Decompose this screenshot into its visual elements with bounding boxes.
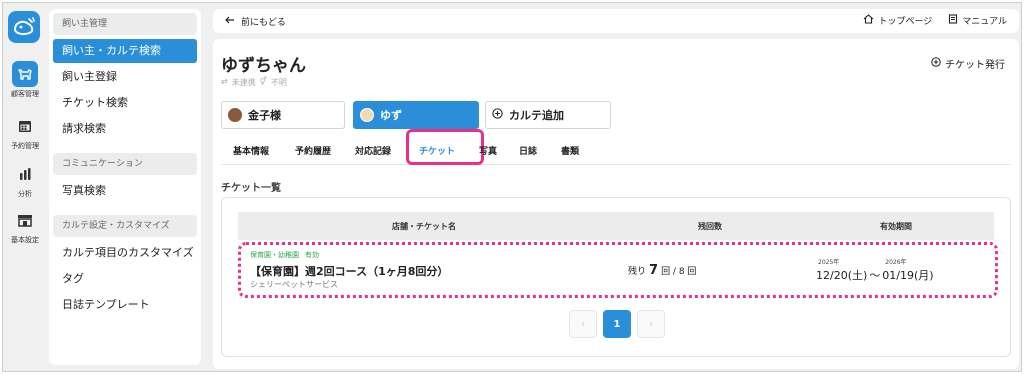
- tab-bar: 基本情報 予約履歴 対応記録 チケット 写真 日誌 書類: [221, 129, 1011, 165]
- rail-label: 分析: [18, 190, 32, 198]
- main-panel: ゆずちゃん ⇄ 未連携 ⚥ 不明 チケット発行 金子様 ゆず カルテ追加 基本情…: [213, 39, 1019, 369]
- validity-period: 2025年 2026年 12/20(土) 〜 01/19(月): [816, 257, 934, 283]
- start-year: 2025年: [818, 259, 840, 266]
- owner-chip-label: 金子様: [248, 109, 281, 122]
- gender-value: 不明: [270, 78, 287, 87]
- tab-reservation-history[interactable]: 予約履歴: [295, 144, 331, 157]
- add-karte-button[interactable]: カルテ追加: [485, 101, 611, 129]
- pet-chip[interactable]: ゆず: [353, 101, 479, 129]
- status-badge: 有効: [305, 251, 319, 259]
- home-icon: [863, 14, 874, 27]
- table-row[interactable]: 保育園・幼稚園 有効 【保育園】週2回コース（1ヶ月8回分） シェリーペットサー…: [238, 242, 994, 298]
- sidebar-item-ticket-search[interactable]: チケット検索: [53, 91, 197, 115]
- ticket-category-label: 保育園・幼稚園: [250, 251, 299, 259]
- sidebar-item-journal-template[interactable]: 日誌テンプレート: [53, 293, 197, 317]
- owner-chip[interactable]: 金子様: [221, 101, 345, 129]
- prev-page-button[interactable]: ‹: [569, 310, 597, 338]
- sidebar: 飼い主管理 飼い主・カルテ検索 飼い主登録 チケット検索 請求検索 コミュニケー…: [49, 9, 201, 365]
- tab-journal[interactable]: 日誌: [519, 144, 537, 157]
- issue-ticket-button[interactable]: チケット発行: [931, 56, 1005, 71]
- plus-circle-icon: [492, 108, 503, 122]
- ticket-name: 【保育園】週2回コース（1ヶ月8回分）: [250, 265, 449, 278]
- sidebar-item-owner-search[interactable]: 飼い主・カルテ検索: [53, 39, 197, 63]
- remaining-prefix: 残り: [628, 267, 647, 277]
- dog-icon: [12, 61, 38, 87]
- table-header: 店舗・チケット名 残回数 有効期間: [238, 212, 994, 240]
- tab-photos[interactable]: 写真: [479, 144, 497, 157]
- page-title: ゆずちゃん: [221, 56, 306, 76]
- sidebar-item-tags[interactable]: タグ: [53, 267, 197, 291]
- top-bar: 前にもどる トップページ マニュアル: [213, 9, 1019, 33]
- app-logo[interactable]: [8, 11, 40, 43]
- bar-chart-icon: [12, 161, 38, 187]
- section-title: チケット一覧: [221, 183, 281, 194]
- remaining-suffix: 回 / 8 回: [661, 267, 697, 277]
- tab-documents[interactable]: 書類: [561, 144, 579, 157]
- link-status: 未連携: [231, 78, 256, 87]
- end-year: 2026年: [885, 259, 907, 266]
- add-karte-label: カルテ追加: [509, 109, 564, 122]
- column-header-period: 有効期間: [880, 222, 912, 231]
- remaining-value: 7: [649, 263, 659, 278]
- avatar: [360, 108, 374, 122]
- rail-label: 基本設定: [11, 236, 39, 244]
- store-name: シェリーペットサービス: [250, 280, 338, 289]
- column-header-ticket: 店舗・チケット名: [392, 222, 456, 231]
- sidebar-section-communication: コミュニケーション: [53, 153, 197, 175]
- date-separator: 〜: [869, 269, 881, 282]
- sidebar-item-billing-search[interactable]: 請求検索: [53, 117, 197, 141]
- sidebar-item-owner-register[interactable]: 飼い主登録: [53, 65, 197, 89]
- sidebar-section-owner: 飼い主管理: [53, 13, 197, 35]
- app-frame: 顧客管理 予約管理 分析 基本設定 飼い主管理 飼い主・カルテ検索 飼い主登録 …: [2, 2, 1022, 372]
- plus-circle-icon: [931, 57, 941, 70]
- manual-link[interactable]: マニュアル: [948, 14, 1007, 27]
- rail-item-reservations[interactable]: 予約管理: [3, 113, 47, 151]
- arrow-left-icon: [225, 16, 235, 27]
- tab-basic-info[interactable]: 基本情報: [233, 144, 269, 157]
- tab-ticket[interactable]: チケット: [419, 144, 455, 157]
- rail-item-customers[interactable]: 顧客管理: [3, 61, 47, 99]
- remaining-count: 残り 7 回 / 8 回: [628, 263, 696, 278]
- rail-label: 顧客管理: [11, 90, 39, 98]
- sidebar-item-karte-customize[interactable]: カルテ項目のカスタマイズ: [53, 241, 197, 265]
- end-date: 01/19(月): [882, 269, 934, 282]
- sidebar-item-photo-search[interactable]: 写真検索: [53, 179, 197, 203]
- issue-ticket-label: チケット発行: [945, 60, 1005, 71]
- icon-rail: 顧客管理 予約管理 分析 基本設定: [3, 3, 47, 371]
- column-header-remaining: 残回数: [698, 222, 722, 231]
- ticket-category: 保育園・幼稚園 有効: [250, 250, 319, 260]
- start-date: 12/20(土): [816, 269, 868, 282]
- ticket-list-card: 店舗・チケット名 残回数 有効期間 保育園・幼稚園 有効 【保育園】週2回コース…: [221, 197, 1011, 357]
- calendar-icon: [12, 113, 38, 139]
- rail-item-settings[interactable]: 基本設定: [3, 207, 47, 245]
- next-page-button[interactable]: ›: [637, 310, 665, 338]
- gender-icon: ⚥: [259, 77, 267, 86]
- top-page-link[interactable]: トップページ: [863, 14, 932, 27]
- back-link-label: 前にもどる: [241, 18, 286, 28]
- back-link[interactable]: 前にもどる: [225, 15, 286, 28]
- pet-meta: ⇄ 未連携 ⚥ 不明: [221, 77, 287, 88]
- manual-label: マニュアル: [962, 17, 1007, 27]
- pet-chip-label: ゆず: [380, 109, 402, 122]
- sidebar-section-customize: カルテ設定・カスタマイズ: [53, 215, 197, 237]
- pagination: ‹ 1 ›: [569, 310, 665, 338]
- tab-correspondence[interactable]: 対応記録: [355, 144, 391, 157]
- link-status-icon: ⇄: [221, 77, 228, 86]
- rail-item-analytics[interactable]: 分析: [3, 161, 47, 199]
- book-icon: [948, 14, 958, 27]
- store-icon: [12, 207, 38, 233]
- page-button-current[interactable]: 1: [603, 310, 631, 338]
- rail-label: 予約管理: [11, 142, 39, 150]
- avatar: [228, 108, 242, 122]
- top-page-label: トップページ: [878, 17, 933, 27]
